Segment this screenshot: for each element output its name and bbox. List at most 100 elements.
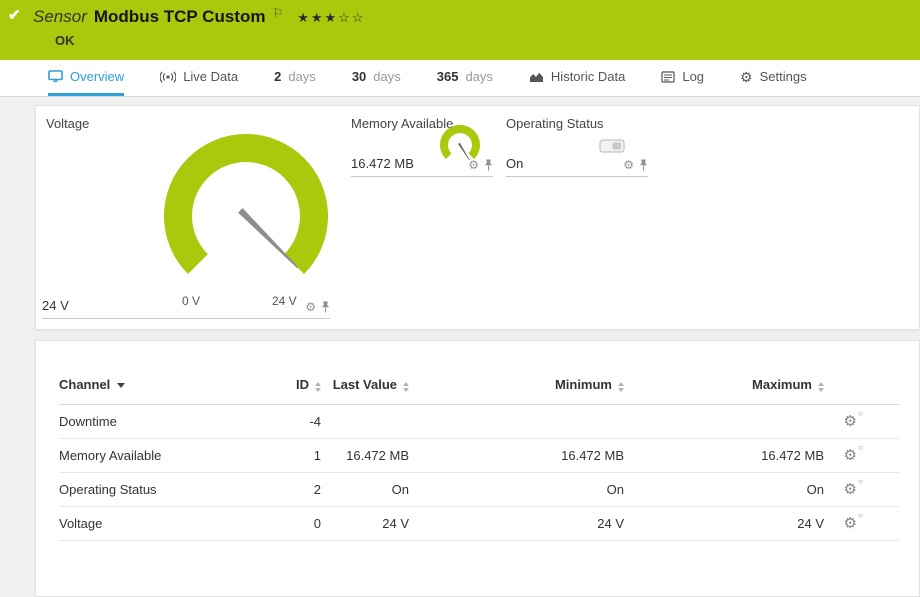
tab-log[interactable]: Log bbox=[661, 60, 704, 96]
status-ok-check-icon: ✔ bbox=[8, 6, 21, 24]
channel-id-cell: 2 bbox=[249, 473, 321, 507]
sensor-title: Modbus TCP Custom bbox=[94, 7, 266, 27]
column-header-id[interactable]: ID bbox=[249, 377, 321, 405]
memory-value-row: 16.472 MB ⚙ bbox=[351, 156, 493, 177]
maximum-cell: 16.472 MB bbox=[624, 439, 824, 473]
tab-label: Overview bbox=[70, 69, 124, 84]
tab-suffix: days bbox=[288, 69, 315, 84]
ring-icon: ○ bbox=[858, 444, 863, 452]
priority-flag-icon[interactable]: ⚐ bbox=[272, 6, 283, 20]
tab-number: 30 bbox=[352, 69, 366, 84]
sensor-header: ✔ Sensor Modbus TCP Custom ⚐ ★★★☆☆ OK bbox=[0, 0, 920, 60]
channel-settings-icon[interactable]: ⚙○ bbox=[844, 516, 857, 531]
channel-settings-icon[interactable]: ⚙○ bbox=[844, 448, 857, 463]
column-header-minimum[interactable]: Minimum bbox=[409, 377, 624, 405]
chevron-down-icon[interactable] bbox=[117, 383, 125, 388]
last-value-cell: 24 V bbox=[321, 507, 409, 541]
last-value-cell: On bbox=[321, 473, 409, 507]
channel-table: Channel ID Last Value Minimum Maximum bbox=[59, 377, 899, 541]
prtg-sensor-page: ✔ Sensor Modbus TCP Custom ⚐ ★★★☆☆ OK Ov… bbox=[0, 0, 920, 597]
gauge-gear-icon[interactable]: ⚙ bbox=[305, 301, 316, 313]
ring-icon: ○ bbox=[858, 410, 863, 418]
tab-historic-data[interactable]: Historic Data bbox=[529, 60, 625, 96]
tab-365-days[interactable]: 365 days bbox=[437, 60, 493, 96]
maximum-cell: 24 V bbox=[624, 507, 824, 541]
tab-2-days[interactable]: 2 days bbox=[274, 60, 316, 96]
tab-label: Historic Data bbox=[551, 69, 625, 84]
channel-name-cell: Memory Available bbox=[59, 439, 249, 473]
channel-settings-icon[interactable]: ⚙○ bbox=[844, 414, 857, 429]
content-area: Voltage 0 V 24 V 24 V ⚙ Memory Availa bbox=[0, 97, 920, 597]
tab-bar: Overview Live Data 2 days 30 days 365 da… bbox=[0, 60, 920, 97]
pin-icon[interactable] bbox=[639, 159, 648, 171]
tab-label: Log bbox=[682, 69, 704, 84]
memory-value: 16.472 MB bbox=[351, 156, 414, 171]
area-chart-icon bbox=[529, 71, 544, 83]
table-header-row: Channel ID Last Value Minimum Maximum bbox=[59, 377, 899, 405]
priority-stars-rating[interactable]: ★★★☆☆ bbox=[297, 10, 365, 26]
column-header-channel[interactable]: Channel bbox=[59, 377, 249, 405]
minimum-cell: 16.472 MB bbox=[409, 439, 624, 473]
sensor-type-label: Sensor bbox=[33, 7, 87, 27]
title-line: Sensor Modbus TCP Custom ⚐ ★★★☆☆ bbox=[33, 7, 920, 27]
voltage-value-row: 24 V ⚙ bbox=[42, 298, 330, 319]
minimum-cell bbox=[409, 405, 624, 439]
tab-live-data[interactable]: Live Data bbox=[160, 60, 238, 96]
channel-name-cell: Operating Status bbox=[59, 473, 249, 507]
gauge-gear-icon[interactable]: ⚙ bbox=[623, 159, 634, 171]
operating-value-row: On ⚙ bbox=[506, 156, 648, 177]
sort-icon[interactable] bbox=[618, 382, 624, 392]
minimum-cell: On bbox=[409, 473, 624, 507]
channel-id-cell: -4 bbox=[249, 405, 321, 439]
column-header-maximum[interactable]: Maximum bbox=[624, 377, 824, 405]
header-body: Sensor Modbus TCP Custom ⚐ ★★★☆☆ OK bbox=[33, 7, 920, 48]
column-header-actions bbox=[824, 377, 899, 405]
operating-gadget-controls: ⚙ bbox=[623, 159, 648, 171]
gear-icon: ⚙ bbox=[844, 515, 857, 532]
tab-suffix: days bbox=[465, 69, 492, 84]
memory-gadget-controls: ⚙ bbox=[468, 159, 493, 171]
actions-cell: ⚙○ bbox=[824, 507, 899, 541]
tab-30-days[interactable]: 30 days bbox=[352, 60, 401, 96]
sort-icon[interactable] bbox=[403, 382, 409, 392]
column-label: Maximum bbox=[752, 377, 812, 392]
tab-label: Settings bbox=[760, 69, 807, 84]
actions-cell: ⚙○ bbox=[824, 439, 899, 473]
actions-cell: ⚙○ bbox=[824, 473, 899, 507]
voltage-gadget-controls: ⚙ bbox=[305, 301, 330, 313]
tab-settings[interactable]: ⚙ Settings bbox=[740, 60, 807, 96]
column-label: Channel bbox=[59, 377, 110, 392]
channel-settings-icon[interactable]: ⚙○ bbox=[844, 482, 857, 497]
tab-label: Live Data bbox=[183, 69, 238, 84]
maximum-cell bbox=[624, 405, 824, 439]
channel-id-cell: 0 bbox=[249, 507, 321, 541]
table-row: Operating Status 2 On On On ⚙○ bbox=[59, 473, 899, 507]
sort-icon[interactable] bbox=[315, 382, 321, 392]
last-value-cell bbox=[321, 405, 409, 439]
ring-icon: ○ bbox=[858, 512, 863, 520]
tab-overview[interactable]: Overview bbox=[48, 60, 124, 96]
operating-value: On bbox=[506, 156, 523, 171]
voltage-gauge-title: Voltage bbox=[46, 116, 89, 131]
pin-icon[interactable] bbox=[484, 159, 493, 171]
gauges-panel: Voltage 0 V 24 V 24 V ⚙ Memory Availa bbox=[35, 105, 920, 330]
column-header-last-value[interactable]: Last Value bbox=[321, 377, 409, 405]
tab-suffix: days bbox=[373, 69, 400, 84]
column-label: Minimum bbox=[555, 377, 612, 392]
channel-name-cell: Downtime bbox=[59, 405, 249, 439]
sort-icon[interactable] bbox=[818, 382, 824, 392]
sensor-status-text: OK bbox=[55, 33, 920, 48]
column-label: ID bbox=[296, 377, 309, 392]
pin-icon[interactable] bbox=[321, 301, 330, 313]
gauge-gear-icon[interactable]: ⚙ bbox=[468, 159, 479, 171]
channel-id-cell: 1 bbox=[249, 439, 321, 473]
table-row: Memory Available 1 16.472 MB 16.472 MB 1… bbox=[59, 439, 899, 473]
log-list-icon bbox=[661, 71, 675, 83]
voltage-gauge bbox=[151, 132, 341, 282]
channel-name-cell: Voltage bbox=[59, 507, 249, 541]
minimum-cell: 24 V bbox=[409, 507, 624, 541]
voltage-value: 24 V bbox=[42, 298, 69, 313]
toggle-switch-icon bbox=[599, 139, 625, 153]
broadcast-icon bbox=[160, 71, 176, 83]
tab-number: 365 bbox=[437, 69, 459, 84]
